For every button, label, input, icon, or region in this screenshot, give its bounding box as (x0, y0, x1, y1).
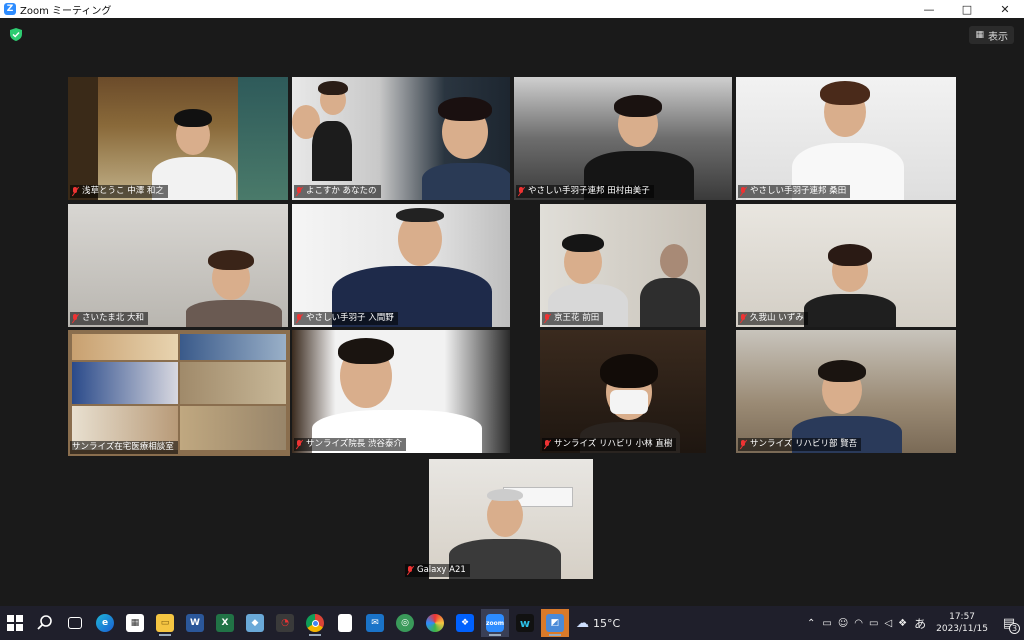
clock-date: 2023/11/15 (936, 624, 988, 634)
dropbox-tray-icon[interactable]: ❖ (898, 618, 907, 629)
video-tile[interactable]: 京王花 前田 (540, 204, 706, 327)
grid-icon: ▦ (975, 30, 984, 40)
notification-center-icon[interactable]: ▤ 3 (994, 606, 1024, 640)
participant-name: 久我山 いずみ (738, 312, 808, 325)
participant-name: やさしい手羽子連邦 桑田 (738, 185, 851, 198)
video-tile[interactable]: やさしい手羽子連邦 田村由美子 (514, 77, 732, 200)
battery-icon[interactable]: ▭ (869, 618, 878, 629)
minimize-icon[interactable]: — (910, 0, 948, 18)
mic-muted-icon (740, 187, 747, 196)
notification-count: 3 (1009, 623, 1020, 634)
webex-icon[interactable]: w (511, 609, 539, 637)
participant-name: サンライズ リハビリ部 賢吾 (738, 438, 862, 451)
docs-icon[interactable]: ◩ (541, 609, 569, 637)
close-icon[interactable]: ✕ (986, 0, 1024, 18)
mic-muted-icon (296, 187, 303, 196)
participant-name: さいたま北 大和 (70, 312, 148, 325)
task-view-icon[interactable] (61, 609, 89, 637)
participant-name: サンライズ院長 渋谷泰介 (294, 438, 406, 451)
view-label: 表示 (988, 31, 1008, 43)
video-tile[interactable]: サンライズ リハビリ部 賢吾 (736, 330, 956, 453)
weather-widget[interactable]: ☁ 15°C (576, 616, 620, 631)
mic-muted-icon (72, 187, 79, 196)
mic-muted-icon (544, 440, 551, 449)
chevron-up-icon[interactable]: ⌃ (807, 618, 815, 629)
mail-icon[interactable]: ✉ (361, 609, 389, 637)
security-shield-icon[interactable] (10, 28, 22, 41)
cloud-icon: ☁ (576, 615, 589, 631)
video-tile[interactable]: やさしい手羽子 入間野 (292, 204, 510, 327)
mic-muted-icon (740, 314, 747, 323)
video-tile[interactable]: さいたま北 大和 (68, 204, 288, 327)
edge-icon[interactable]: e (91, 609, 119, 637)
windows-taskbar: e ▦ ▭ W X ◆ ◔ ✉ ◎ ❖ zoom w ◩ ☁ 15°C ⌃ ▭ … (0, 606, 1024, 640)
chrome-icon[interactable] (301, 609, 329, 637)
mic-muted-icon (296, 314, 303, 323)
ime-indicator[interactable]: あ (914, 615, 926, 632)
mic-muted-icon (544, 314, 551, 323)
zoom-icon[interactable]: zoom (481, 609, 509, 637)
participant-name: やさしい手羽子連邦 田村由美子 (516, 185, 654, 198)
video-tile-active-speaker[interactable]: サンライズ在宅医療相談室 (68, 330, 290, 456)
word-icon[interactable]: W (181, 609, 209, 637)
participant-name: 京王花 前田 (542, 312, 604, 325)
participant-name: 浅草とうこ 中澤 和之 (70, 185, 168, 198)
window-title: Zoom ミーティング (20, 5, 112, 17)
meeting-stage: ▦ 表示 浅草とうこ 中澤 和之 よこすか あなたの やさしい手羽子連邦 田村由… (0, 18, 1024, 606)
window-titlebar: Z Zoom ミーティング — □ ✕ (0, 0, 1024, 18)
video-tile[interactable]: 久我山 いずみ (736, 204, 956, 327)
maximize-icon[interactable]: □ (948, 0, 986, 18)
dropbox-icon[interactable]: ❖ (451, 609, 479, 637)
mic-muted-icon (518, 187, 525, 196)
meet-now-icon[interactable]: ▭ (822, 618, 831, 629)
video-tile[interactable]: やさしい手羽子連邦 桑田 (736, 77, 956, 200)
clock[interactable]: 17:57 2023/11/15 (936, 611, 988, 635)
participant-name: Galaxy A21 (405, 564, 470, 577)
participant-name: サンライズ在宅医療相談室 (70, 441, 178, 454)
file-icon[interactable] (331, 609, 359, 637)
participant-name: よこすか あなたの (294, 185, 381, 198)
view-button[interactable]: ▦ 表示 (969, 26, 1014, 44)
notes-icon[interactable]: ◆ (241, 609, 269, 637)
mic-muted-icon (296, 440, 303, 449)
excel-icon[interactable]: X (211, 609, 239, 637)
video-tile[interactable]: 浅草とうこ 中澤 和之 (68, 77, 288, 200)
app-icon[interactable]: ◔ (271, 609, 299, 637)
video-tile[interactable]: よこすか あなたの (292, 77, 510, 200)
mic-muted-icon (740, 440, 747, 449)
avatar-icon[interactable]: ☺ (838, 618, 848, 629)
wifi-icon[interactable]: ◠ (854, 618, 863, 629)
participant-name: サンライズ リハビリ 小林 直樹 (542, 438, 677, 451)
system-tray: ⌃ ▭ ☺ ◠ ▭ ◁ ❖ あ 17:57 2023/11/15 ▤ 3 (803, 606, 1024, 640)
mic-muted-icon (72, 314, 79, 323)
video-tile[interactable]: サンライズ リハビリ 小林 直樹 (540, 330, 706, 453)
windows-start-icon[interactable] (1, 609, 29, 637)
photo-icon[interactable] (421, 609, 449, 637)
video-tile[interactable]: Galaxy A21 (403, 459, 619, 579)
video-tile[interactable]: サンライズ院長 渋谷泰介 (292, 330, 510, 453)
globe-icon[interactable]: ◎ (391, 609, 419, 637)
volume-icon[interactable]: ◁ (884, 618, 892, 629)
store-icon[interactable]: ▦ (121, 609, 149, 637)
participant-name: やさしい手羽子 入間野 (294, 312, 398, 325)
zoom-app-icon: Z (4, 3, 16, 15)
weather-temp: 15°C (593, 616, 621, 630)
search-icon[interactable] (31, 609, 59, 637)
file-explorer-icon[interactable]: ▭ (151, 609, 179, 637)
mic-muted-icon (407, 566, 414, 575)
clock-time: 17:57 (949, 612, 976, 622)
